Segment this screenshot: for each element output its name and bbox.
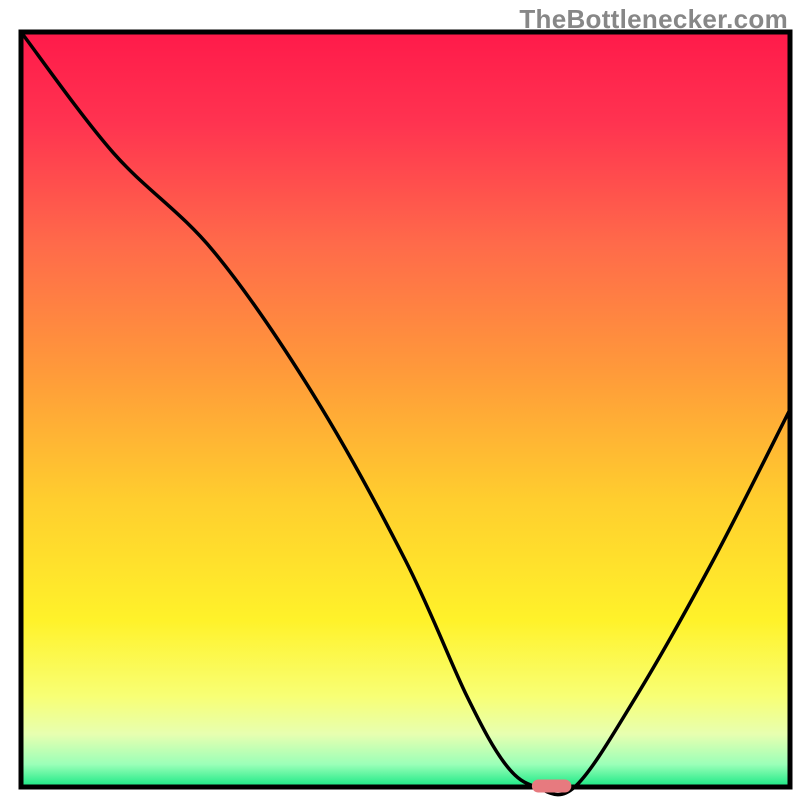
watermark-text: TheBottlenecker.com (519, 4, 788, 35)
plot-background (21, 32, 790, 787)
chart-container: TheBottlenecker.com (0, 0, 800, 800)
optimum-marker (532, 780, 570, 792)
bottleneck-curve-chart (0, 0, 800, 800)
